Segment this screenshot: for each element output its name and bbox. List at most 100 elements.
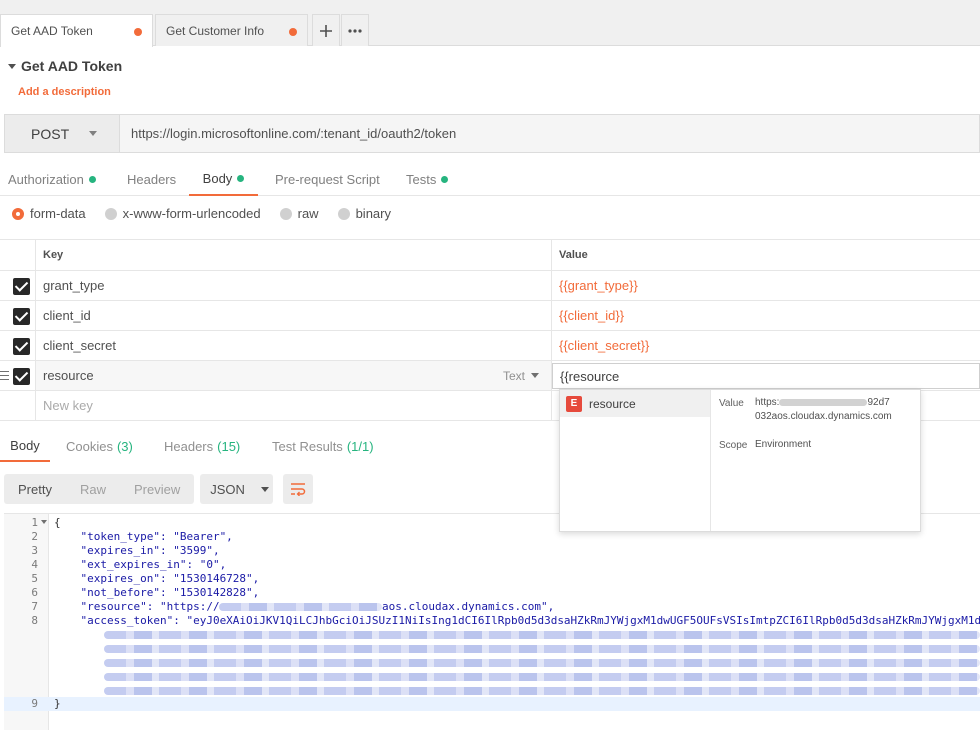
radio-icon[interactable] [279, 207, 292, 220]
new-key-input[interactable]: New key [35, 391, 552, 420]
key-text: client_secret [43, 338, 116, 353]
code-text: "ext_expires_in": "0", [54, 558, 227, 571]
key-cell[interactable]: resource Text [35, 361, 552, 390]
code-text: "not_before": "1530142828", [54, 586, 260, 599]
request-subtabs: Authorization Headers Body Pre-request S… [0, 162, 980, 196]
table-row: grant_type {{grant_type}} [0, 271, 980, 301]
value-cell[interactable]: {{client_secret}} [552, 331, 980, 360]
checkbox-checked-icon[interactable] [13, 338, 30, 355]
tab-get-aad-token[interactable]: Get AAD Token [0, 14, 153, 47]
tab-get-customer-info[interactable]: Get Customer Info [155, 14, 308, 46]
view-pretty-button[interactable]: Pretty [4, 474, 66, 504]
radio-selected-icon[interactable] [12, 207, 24, 220]
mode-x-www-form-urlencoded[interactable]: x-www-form-urlencoded [104, 206, 261, 221]
tab-label: Tests [406, 171, 437, 187]
radio-icon[interactable] [104, 207, 117, 220]
value-cell[interactable]: {{client_id}} [552, 301, 980, 330]
key-cell[interactable]: client_secret [35, 331, 552, 360]
mode-binary[interactable]: binary [337, 206, 391, 221]
suggestion-label: resource [589, 396, 636, 411]
redacted-token [104, 631, 980, 639]
code-text: aos.cloudax.dynamics.com", [382, 600, 555, 613]
key-text: resource [43, 368, 94, 383]
unsaved-dot-icon [289, 28, 297, 36]
method-label: POST [31, 125, 70, 142]
line-number: 6 [31, 586, 38, 599]
request-header[interactable]: Get AAD Token [8, 58, 122, 74]
wrap-lines-button[interactable] [283, 474, 314, 504]
code-text: { [54, 516, 61, 529]
response-body-editor[interactable]: 1 { 2 "token_type": "Bearer", 3 "expires… [4, 513, 980, 730]
code-line-active: 9 } [4, 697, 980, 711]
tab-headers[interactable]: Headers [127, 162, 176, 196]
status-dot-icon [441, 175, 449, 183]
variable-autocomplete-popover: E resource Value https: 92d7 032aos.cloud… [559, 389, 921, 532]
detail-value: https: 92d7 032aos.cloudax.dynamics.com [755, 396, 915, 424]
column-header-key: Key [35, 240, 552, 270]
mode-label: raw [297, 206, 319, 221]
key-cell[interactable]: grant_type [35, 271, 552, 300]
wrap-icon [291, 483, 306, 496]
url-input[interactable]: https://login.microsoftonline.com/:tenan… [120, 115, 456, 152]
mode-form-data[interactable]: form-data [12, 206, 86, 221]
code-line: 6 "not_before": "1530142828", [4, 586, 980, 600]
suggestion-resource[interactable]: E resource [560, 390, 710, 417]
tab-body[interactable]: Body [189, 162, 258, 196]
line-number: 8 [31, 614, 38, 627]
code-text: "expires_in": "3599", [54, 544, 220, 557]
code-text: "access_token": "eyJ0eXAiOiJKV1QiLCJhbGc… [54, 614, 980, 627]
fold-caret-icon[interactable] [41, 520, 47, 524]
line-number: 1 [31, 516, 38, 529]
line-number: 3 [31, 544, 38, 557]
tab-response-headers[interactable]: Headers (15) [164, 430, 240, 462]
request-tab-strip: Get AAD Token Get Customer Info [0, 0, 980, 47]
new-tab-button[interactable] [312, 14, 340, 46]
table-row: client_id {{client_id}} [0, 301, 980, 331]
redacted-text [779, 398, 868, 406]
value-line2: 032aos.cloudax.dynamics.com [755, 411, 892, 422]
mode-raw[interactable]: raw [279, 206, 319, 221]
redacted-token [104, 659, 980, 667]
checkbox-checked-icon[interactable] [13, 278, 30, 295]
code-line: 8 "access_token": "eyJ0eXAiOiJKV1QiLCJhb… [4, 614, 980, 628]
method-select[interactable]: POST [5, 115, 120, 152]
view-raw-button[interactable]: Raw [66, 474, 120, 504]
value-input[interactable]: {{resource [552, 363, 980, 389]
view-preview-button[interactable]: Preview [120, 474, 194, 504]
collapse-caret-icon[interactable] [8, 63, 16, 69]
line-number: 4 [31, 558, 38, 571]
placeholder-text: New key [43, 398, 93, 413]
tab-label: Headers [164, 438, 214, 454]
tab-pre-request-script[interactable]: Pre-request Script [275, 162, 380, 196]
code-line: 5 "expires_on": "1530146728", [4, 572, 980, 586]
radio-icon[interactable] [337, 207, 350, 220]
more-tabs-button[interactable] [341, 14, 369, 46]
value-prefix: https: [755, 397, 780, 408]
tab-response-body[interactable]: Body [0, 430, 50, 462]
add-description-link[interactable]: Add a description [18, 86, 111, 98]
tab-authorization[interactable]: Authorization [8, 162, 96, 196]
tab-tests[interactable]: Tests [406, 162, 449, 196]
detail-label: Value [719, 398, 744, 409]
value-cell[interactable]: {{grant_type}} [552, 271, 980, 300]
code-line: 7 "resource": "https:// aos.cloudax.dyna… [4, 600, 980, 614]
unsaved-dot-icon [134, 28, 142, 36]
redacted-text [219, 603, 382, 611]
checkbox-checked-icon[interactable] [13, 368, 30, 385]
checkbox-checked-icon[interactable] [13, 308, 30, 325]
key-text: grant_type [43, 278, 105, 293]
tab-test-results[interactable]: Test Results (1/1) [272, 430, 374, 462]
type-select[interactable]: Text [503, 361, 539, 390]
table-header-row: Key Value [0, 239, 980, 271]
line-number: 7 [31, 600, 38, 613]
format-label: JSON [210, 481, 245, 497]
key-cell[interactable]: client_id [35, 301, 552, 330]
request-title: Get AAD Token [21, 58, 123, 74]
chevron-down-icon [531, 373, 539, 378]
drag-handle-icon[interactable] [0, 371, 9, 380]
redacted-token [104, 687, 980, 695]
tab-cookies[interactable]: Cookies (3) [66, 430, 133, 462]
table-row: resource Text {{resource [0, 361, 980, 391]
value-text: {{client_id}} [559, 308, 625, 323]
format-select[interactable]: JSON [200, 474, 274, 504]
